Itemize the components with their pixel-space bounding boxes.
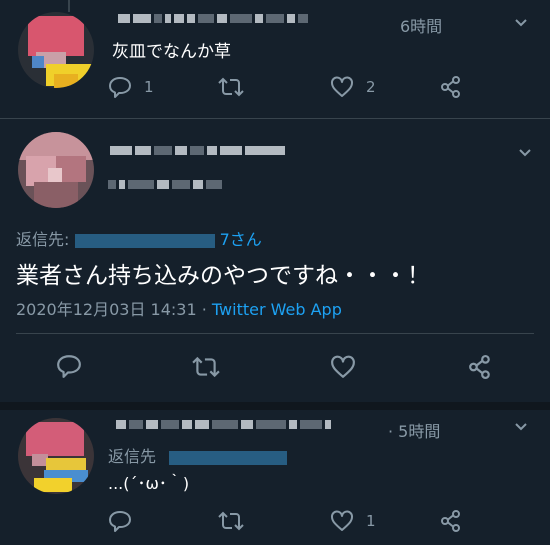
reply-to-handle-obscured[interactable]: [74, 233, 215, 248]
reply-to-suffix[interactable]: 7さん: [220, 230, 262, 249]
chevron-down-icon[interactable]: [514, 16, 528, 30]
tweet-text: 灰皿でなんか草: [112, 42, 231, 62]
chevron-down-icon[interactable]: [518, 146, 532, 160]
reply-to-label: 返信先: [108, 447, 157, 466]
reply-icon: [109, 77, 131, 98]
tweet-meta: 2020年12月03日 14:31 · Twitter Web App: [16, 296, 342, 320]
divider: [16, 333, 534, 334]
retweet-button[interactable]: [218, 76, 244, 98]
chevron-down-icon[interactable]: [514, 420, 528, 434]
like-button[interactable]: 2: [330, 76, 376, 98]
tweet-text: ...(´･ω･｀): [108, 474, 190, 493]
author-name-obscured[interactable]: [118, 14, 308, 23]
like-icon: [331, 355, 355, 378]
tweet-time[interactable]: 6時間: [400, 13, 442, 37]
reply-icon: [109, 511, 131, 532]
tweet-time[interactable]: · 5時間: [388, 418, 440, 442]
share-icon: [441, 76, 460, 98]
tweet-source[interactable]: Twitter Web App: [212, 300, 342, 319]
like-icon: [331, 510, 353, 531]
share-button[interactable]: [440, 510, 462, 532]
like-button[interactable]: 1: [330, 510, 376, 532]
thread-line: [68, 0, 70, 12]
avatar[interactable]: [18, 132, 94, 208]
share-button[interactable]: [468, 355, 492, 379]
reply-to-handle-obscured[interactable]: [169, 450, 288, 465]
author-name-obscured[interactable]: [110, 146, 285, 155]
reply-count: 1: [144, 78, 154, 96]
like-count: 1: [366, 512, 376, 530]
retweet-icon: [218, 511, 244, 531]
author-name-obscured[interactable]: [116, 420, 331, 429]
share-icon: [469, 355, 490, 379]
author-handle-obscured[interactable]: [108, 180, 222, 189]
avatar[interactable]: [18, 12, 94, 88]
main-tweet-text: 業者さん持ち込みのやつですね・・・！: [16, 263, 430, 289]
share-button[interactable]: [440, 76, 462, 98]
like-icon: [331, 76, 353, 97]
reply-icon: [57, 355, 81, 378]
avatar[interactable]: [18, 418, 94, 494]
tweet-timestamp[interactable]: 2020年12月03日 14:31: [16, 300, 197, 319]
reply-button[interactable]: 1: [108, 76, 154, 98]
reply-to-line: 返信先: 7さん: [16, 226, 262, 250]
retweet-button[interactable]: [192, 355, 220, 379]
divider: [0, 402, 550, 410]
retweet-button[interactable]: [218, 510, 244, 532]
reply-button[interactable]: [108, 510, 132, 532]
like-count: 2: [366, 78, 376, 96]
reply-to-line: 返信先: [108, 443, 288, 467]
like-button[interactable]: [330, 355, 356, 379]
meta-separator: ·: [201, 300, 207, 319]
divider: [0, 118, 550, 119]
reply-button[interactable]: [56, 354, 82, 378]
reply-to-label: 返信先:: [16, 230, 70, 249]
share-icon: [441, 510, 460, 532]
retweet-icon: [218, 77, 244, 97]
retweet-icon: [192, 356, 220, 378]
